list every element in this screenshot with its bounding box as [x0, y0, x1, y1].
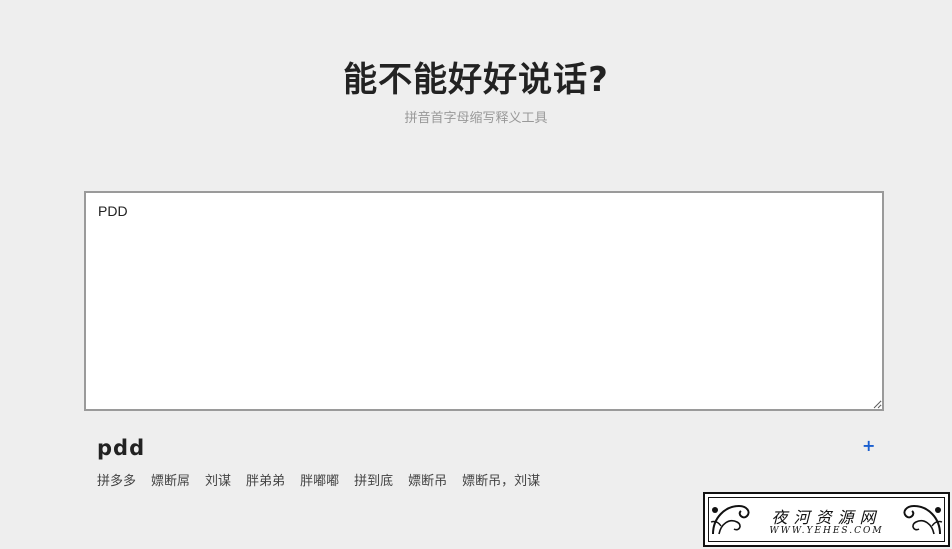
meaning-item: 嫖断吊 — [408, 474, 448, 489]
page-subtitle: 拼音首字母缩写释义工具 — [404, 111, 548, 126]
meaning-list: 拼多多 嫖断屌 刘谋 胖弟弟 胖嘟嘟 拼到底 嫖断吊 嫖断吊，刘谋 — [97, 470, 555, 489]
meaning-item: 刘谋 — [205, 474, 232, 489]
watermark-badge: 夜河资源网 WWW.YEHES.COM — [703, 492, 950, 547]
resize-grip-icon[interactable] — [872, 399, 882, 409]
add-meaning-button[interactable]: + — [862, 437, 875, 455]
meaning-item: 嫖断屌 — [151, 474, 191, 489]
page: 能不能好好说话? 拼音首字母缩写释义工具 pdd + 拼多多 嫖断屌 刘谋 胖弟… — [0, 0, 952, 549]
meaning-item: 胖弟弟 — [246, 474, 286, 489]
abbreviation-input[interactable] — [84, 191, 884, 411]
watermark-url: WWW.YEHES.COM — [769, 526, 884, 536]
watermark-title: 夜河资源网 — [771, 508, 882, 527]
meaning-item: 胖嘟嘟 — [300, 474, 340, 489]
meaning-item: 拼到底 — [354, 474, 394, 489]
meaning-item: 嫖断吊，刘谋 — [462, 474, 541, 489]
meaning-item: 拼多多 — [97, 474, 137, 489]
result-abbreviation: pdd — [97, 436, 146, 460]
page-title: 能不能好好说话? — [343, 60, 609, 100]
